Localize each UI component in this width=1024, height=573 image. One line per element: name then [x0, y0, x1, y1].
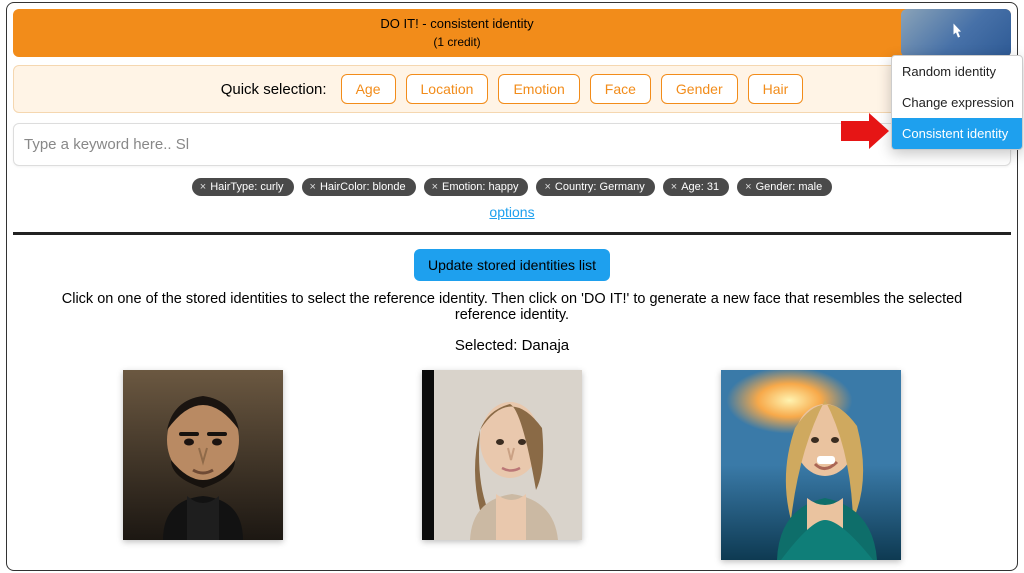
options-row: options: [13, 204, 1011, 222]
pointer-icon: [944, 21, 968, 45]
close-icon[interactable]: ×: [544, 181, 550, 193]
identity-thumb-1[interactable]: [123, 370, 283, 540]
do-it-credit: (1 credit): [433, 35, 480, 49]
identity-thumb-3[interactable]: [721, 370, 901, 560]
selected-prefix: Selected:: [455, 337, 522, 354]
close-icon[interactable]: ×: [200, 181, 206, 193]
quick-btn-age[interactable]: Age: [341, 74, 396, 104]
mode-dropdown-button[interactable]: [901, 9, 1011, 57]
chip-hairtype[interactable]: ×HairType: curly: [192, 178, 294, 196]
update-identities-button[interactable]: Update stored identities list: [414, 249, 610, 281]
dropdown-item-consistent-identity[interactable]: Consistent identity: [892, 118, 1022, 149]
close-icon[interactable]: ×: [310, 181, 316, 193]
dropdown-item-random-identity[interactable]: Random identity: [892, 56, 1022, 87]
quick-btn-emotion[interactable]: Emotion: [498, 74, 579, 104]
do-it-title: DO IT! - consistent identity: [380, 16, 533, 31]
close-icon[interactable]: ×: [432, 181, 438, 193]
mode-dropdown-menu: Random identity Change expression Consis…: [891, 55, 1023, 150]
quick-btn-hair[interactable]: Hair: [748, 74, 804, 104]
instructions-text: Click on one of the stored identities to…: [13, 291, 1011, 323]
close-icon[interactable]: ×: [671, 181, 677, 193]
close-icon[interactable]: ×: [745, 181, 751, 193]
chip-country[interactable]: ×Country: Germany: [536, 178, 654, 196]
identities-row: [13, 370, 1011, 560]
chip-gender[interactable]: ×Gender: male: [737, 178, 832, 196]
quick-btn-gender[interactable]: Gender: [661, 74, 738, 104]
quick-selection-label: Quick selection:: [221, 81, 327, 98]
chip-age[interactable]: ×Age: 31: [663, 178, 729, 196]
do-it-bar: DO IT! - consistent identity (1 credit): [13, 9, 1011, 57]
selected-name: Danaja: [522, 337, 570, 354]
quick-btn-face[interactable]: Face: [590, 74, 651, 104]
app-panel: DO IT! - consistent identity (1 credit) …: [6, 2, 1018, 571]
dropdown-item-change-expression[interactable]: Change expression: [892, 87, 1022, 118]
quick-selection-bar: Quick selection: Age Location Emotion Fa…: [13, 65, 1011, 113]
identity-thumb-2[interactable]: [422, 370, 582, 540]
selected-line: Selected: Danaja: [13, 337, 1011, 354]
options-link[interactable]: options: [489, 204, 534, 220]
annotation-arrow-icon: [841, 113, 889, 154]
chip-emotion[interactable]: ×Emotion: happy: [424, 178, 529, 196]
chip-haircolor[interactable]: ×HairColor: blonde: [302, 178, 416, 196]
filter-chips-row: ×HairType: curly ×HairColor: blonde ×Emo…: [13, 178, 1011, 196]
divider: [13, 232, 1011, 235]
quick-btn-location[interactable]: Location: [406, 74, 489, 104]
do-it-label: DO IT! - consistent identity (1 credit): [13, 15, 901, 51]
